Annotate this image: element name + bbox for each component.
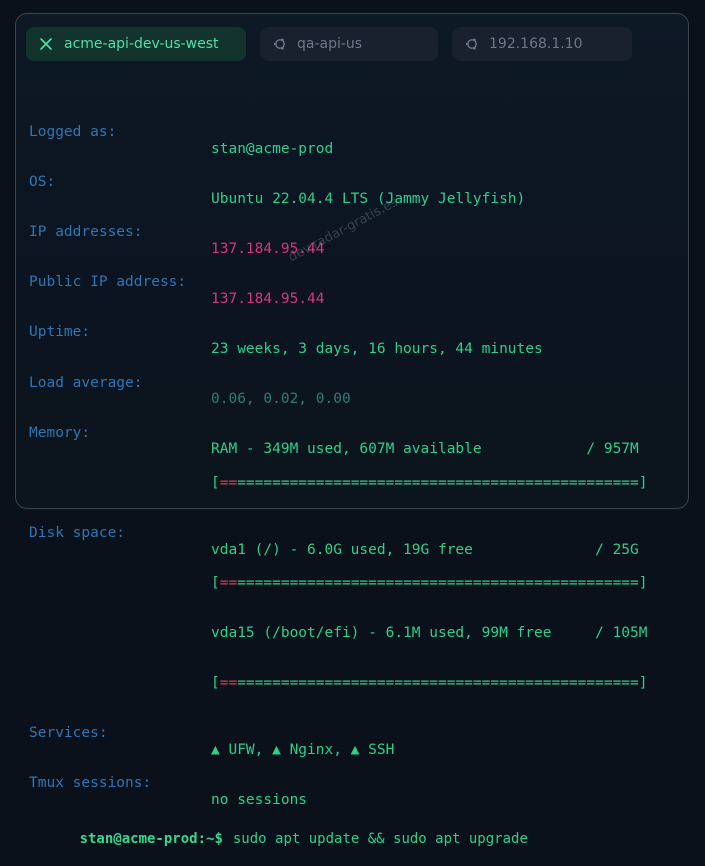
bar-open: [ xyxy=(211,574,220,591)
motd-tmux-row: Tmux sessions: no sessions xyxy=(29,759,528,808)
bar-used: == xyxy=(219,474,238,491)
motd-uptime-row: Uptime: 23 weeks, 3 days, 16 hours, 44 m… xyxy=(29,308,543,357)
memory-usage-bar: [=======================================… xyxy=(211,475,648,492)
bar-used: == xyxy=(219,574,238,591)
services-value: ▲ UFW, ▲ Nginx, ▲ SSH xyxy=(211,741,395,758)
load-value: 0.06, 0.02, 0.00 xyxy=(211,391,351,408)
memory-label: Memory: xyxy=(29,424,91,441)
ubuntu-icon xyxy=(464,36,480,52)
motd-services-row: Services: ▲ UFW, ▲ Nginx, ▲ SSH xyxy=(29,709,528,758)
motd-load-row: Load average: 0.06, 0.02, 0.00 xyxy=(29,358,528,408)
disk2-bar-row: [=======================================… xyxy=(29,658,648,691)
terminal-output[interactable]: Logged as: stan@acme-prod OS: Ubuntu 22.… xyxy=(29,74,648,866)
bar-free: ========================================… xyxy=(237,675,648,692)
ubuntu-icon xyxy=(272,36,288,52)
logged-label: Logged as: xyxy=(29,124,117,141)
tab-label: 192.168.1.10 xyxy=(489,36,583,52)
motd-logged-row: Logged as: stan@acme-prod xyxy=(29,107,528,157)
tmux-value: no sessions xyxy=(211,792,308,809)
disk2-value: vda15 (/boot/efi) - 6.1M used, 99M free … xyxy=(211,625,648,642)
disk1-usage-bar: [=======================================… xyxy=(211,575,648,592)
tmux-label: Tmux sessions: xyxy=(29,775,152,792)
uptime-label: Uptime: xyxy=(29,324,91,341)
memory-value: RAM - 349M used, 607M available / 957M xyxy=(211,441,639,458)
os-label: OS: xyxy=(29,174,56,191)
disk1-bar-row: [=======================================… xyxy=(29,558,648,591)
shell-prompt: stan@acme-prod:~$ xyxy=(79,831,223,848)
bar-open: [ xyxy=(211,474,220,491)
public-ip-value: 137.184.95.44 xyxy=(211,291,325,308)
tab-192-168-1-10[interactable]: 192.168.1.10 xyxy=(452,27,632,61)
motd-disk1-row: Disk space: vda1 (/) - 6.0G used, 19G fr… xyxy=(29,508,639,558)
bar-used: == xyxy=(219,675,238,692)
ip-label: IP addresses: xyxy=(29,224,143,241)
terminal-window: acme-api-dev-us-west qa-api-us 192.168.1… xyxy=(15,13,689,847)
tab-qa-api-us[interactable]: qa-api-us xyxy=(260,27,438,61)
uptime-value: 23 weeks, 3 days, 16 hours, 44 minutes xyxy=(211,341,543,358)
bar-free: ========================================… xyxy=(237,474,648,491)
services-label: Services: xyxy=(29,725,108,742)
motd-public-ip-row: Public IP address: 137.184.95.44 xyxy=(29,258,528,307)
command-input[interactable]: sudo apt update && sudo apt upgrade xyxy=(233,831,528,847)
memory-bar-row: [=======================================… xyxy=(29,458,648,491)
tab-acme-api-dev-us-west[interactable]: acme-api-dev-us-west xyxy=(26,27,246,61)
motd-memory-row: Memory: RAM - 349M used, 607M available … xyxy=(29,408,639,458)
close-icon[interactable] xyxy=(38,36,54,52)
logged-value: stan@acme-prod xyxy=(211,140,334,157)
tab-label: acme-api-dev-us-west xyxy=(64,36,219,52)
motd-disk2-row: vda15 (/boot/efi) - 6.1M used, 99M free … xyxy=(29,608,648,641)
os-value: Ubuntu 22.04.4 LTS (Jammy Jellyfish) xyxy=(211,190,526,207)
command-line[interactable]: stan@acme-prod:~$ sudo apt update && sudo… xyxy=(29,815,528,847)
bar-free: ========================================… xyxy=(237,574,648,591)
disk2-usage-bar: [=======================================… xyxy=(211,675,648,692)
load-label: Load average: xyxy=(29,374,143,391)
public-ip-label: Public IP address: xyxy=(29,274,187,291)
bar-open: [ xyxy=(211,675,220,692)
disk-label: Disk space: xyxy=(29,524,126,541)
tab-label: qa-api-us xyxy=(297,36,363,52)
ip-value: 137.184.95.44 xyxy=(211,241,325,257)
motd-ip-row: IP addresses: 137.184.95.44 xyxy=(29,208,528,257)
disk1-value: vda1 (/) - 6.0G used, 19G free / 25G xyxy=(211,541,639,558)
motd-os-row: OS: Ubuntu 22.04.4 LTS (Jammy Jellyfish) xyxy=(29,158,528,207)
